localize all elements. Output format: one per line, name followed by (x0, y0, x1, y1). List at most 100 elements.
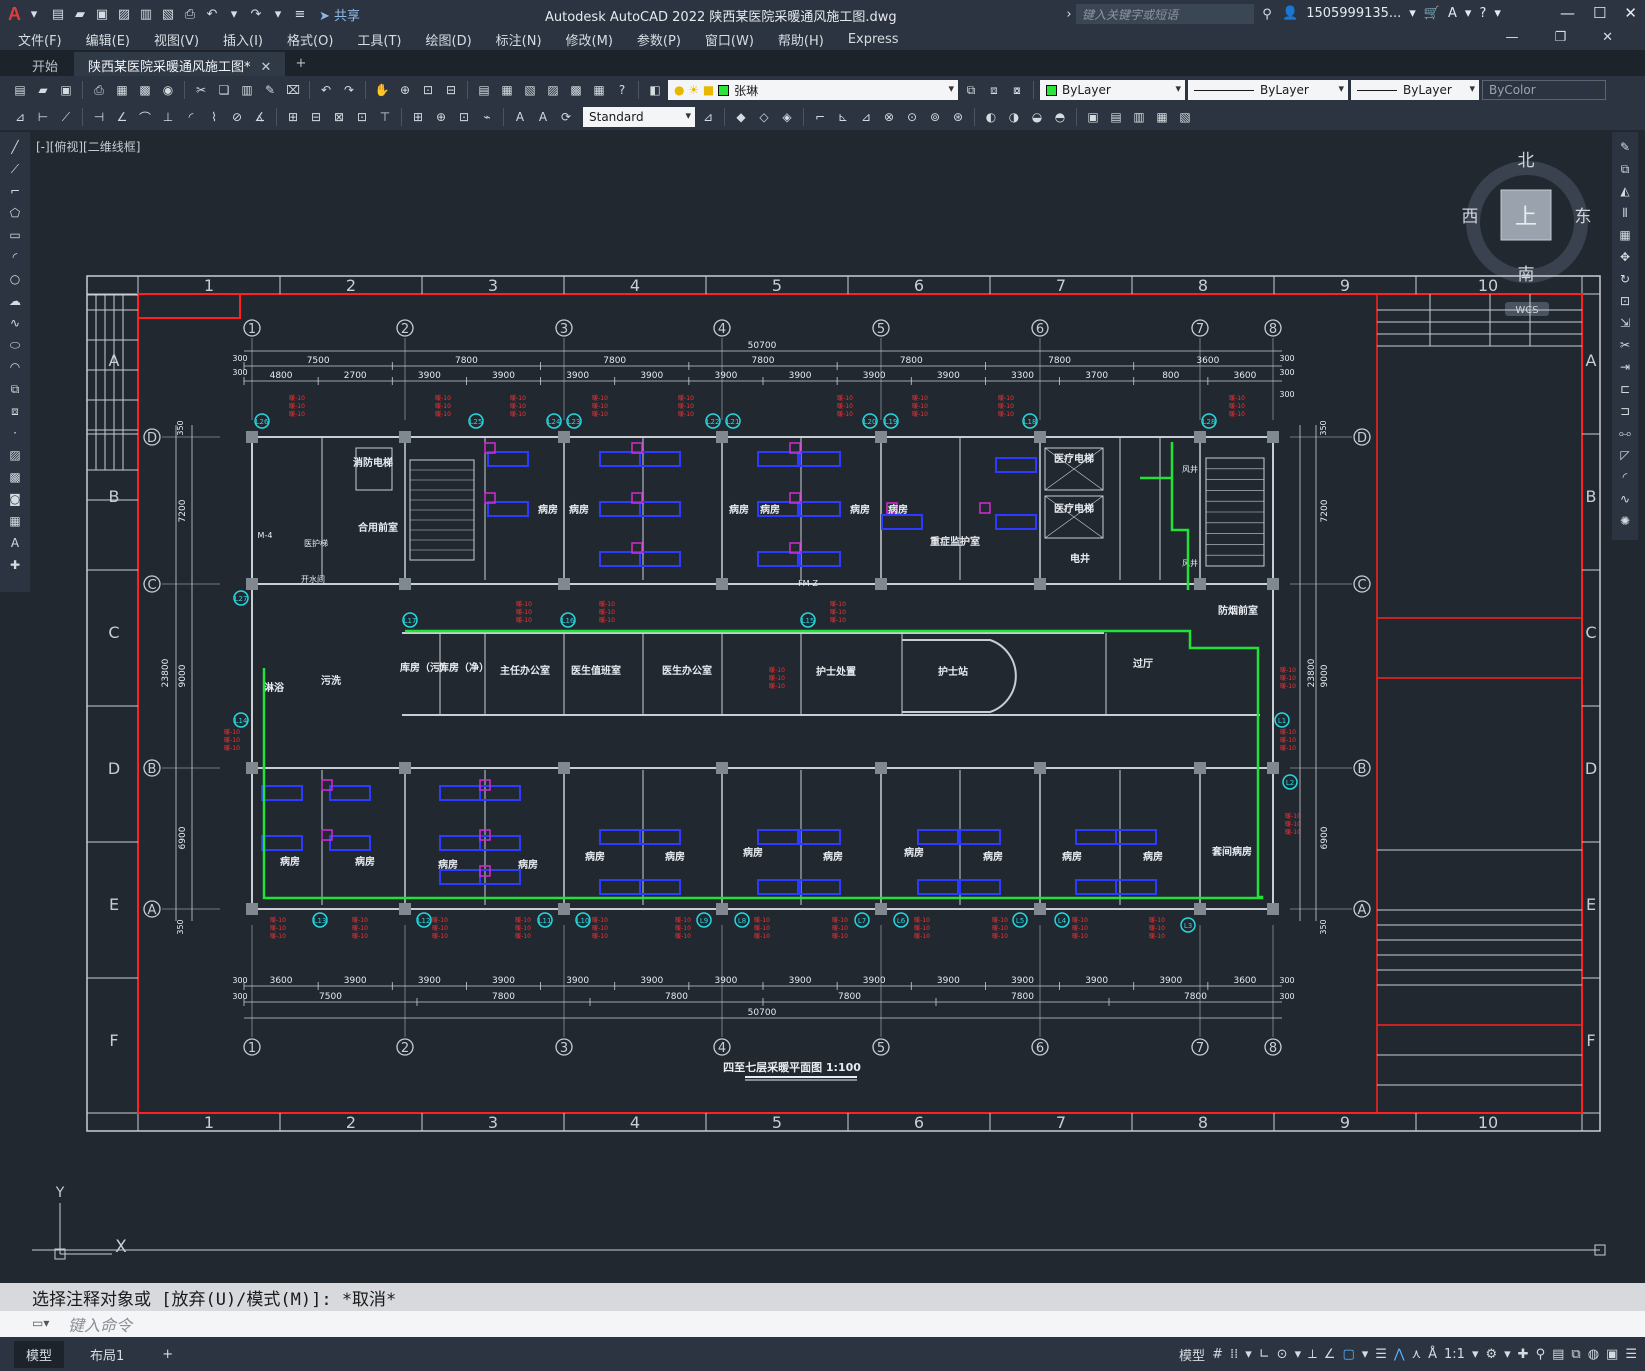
menu-tools[interactable]: 工具(T) (357, 30, 401, 49)
menu-dimension[interactable]: 标注(N) (496, 30, 542, 49)
units-icon[interactable]: ⚲ (1536, 1347, 1546, 1362)
ucs-world-icon[interactable]: ⊾ (833, 107, 853, 127)
search-icon[interactable]: ⚲ (1258, 5, 1276, 23)
plot-preview-icon[interactable]: ▦ (112, 80, 132, 100)
layer-state-icon[interactable]: ⧇ (1007, 80, 1027, 100)
design-center-panel-icon[interactable]: ▦ (497, 80, 517, 100)
pan-icon[interactable]: ✋ (372, 80, 392, 100)
hatch-icon[interactable]: ▨ (6, 446, 24, 464)
minimize-button[interactable]: — (1560, 4, 1575, 22)
layer-previous-icon[interactable]: ⧈ (984, 80, 1004, 100)
open-web-icon[interactable]: ▥ (137, 5, 155, 23)
tolerance-icon[interactable]: ⊞ (408, 107, 428, 127)
line-icon[interactable]: ╱ (6, 138, 24, 156)
center-mark-icon[interactable]: ⊕ (431, 107, 451, 127)
scale-icon[interactable]: ⊡ (1616, 292, 1634, 310)
zoom-realtime-icon[interactable]: ⊕ (395, 80, 415, 100)
tab-close-icon[interactable]: ✕ (261, 60, 272, 75)
layout-tab-model[interactable]: 模型 (14, 1340, 65, 1368)
multiline-text-icon[interactable]: A (6, 534, 24, 552)
block-editor-icon[interactable]: ⌧ (283, 80, 303, 100)
workspace-dropdown-icon[interactable]: ▾ (1504, 1347, 1511, 1362)
move-icon[interactable]: ✥ (1616, 248, 1634, 266)
help-search-input[interactable]: 键入关键字或短语 (1076, 4, 1254, 24)
menu-view[interactable]: 视图(V) (154, 30, 199, 49)
lineweight-dropdown[interactable]: ByLayer (1351, 80, 1479, 100)
tool-palettes-icon[interactable]: ▧ (520, 80, 540, 100)
dim-style-icon[interactable]: ⊿ (698, 107, 718, 127)
stretch-icon[interactable]: ⇲ (1616, 314, 1634, 332)
add-selected-icon[interactable]: ✚ (6, 556, 24, 574)
isolate-objects-icon[interactable]: ◍ (1588, 1347, 1599, 1362)
command-recent-icon[interactable]: ▭▾ (32, 1316, 60, 1332)
dim-space-icon[interactable]: ⊡ (352, 107, 372, 127)
ucs-object-icon[interactable]: ⊙ (902, 107, 922, 127)
quick-properties-icon[interactable]: ▤ (1552, 1347, 1564, 1362)
calculator-icon[interactable]: ▦ (589, 80, 609, 100)
cut-icon[interactable]: ✂ (191, 80, 211, 100)
workspace-gear-icon[interactable]: ⚙ (1485, 1347, 1497, 1362)
redo-icon[interactable]: ↷ (339, 80, 359, 100)
open-icon[interactable]: ▰ (33, 80, 53, 100)
zoom-previous-icon[interactable]: ⊟ (441, 80, 461, 100)
chamfer-icon[interactable]: ◸ (1616, 446, 1634, 464)
jogged-linear-icon[interactable]: ⌁ (477, 107, 497, 127)
osnap-dropdown-icon[interactable]: ▾ (1362, 1347, 1369, 1362)
dim-baseline-icon[interactable]: ⊟ (306, 107, 326, 127)
break-icon[interactable]: ⊐ (1616, 402, 1634, 420)
plot-icon[interactable]: ⎙ (89, 80, 109, 100)
rotate-icon[interactable]: ↻ (1616, 270, 1634, 288)
plot-icon[interactable]: ⎙ (181, 5, 199, 23)
redo-dropdown-icon[interactable]: ▾ (269, 5, 287, 23)
add-layout-button[interactable]: + (150, 1343, 185, 1366)
dim-quick-icon[interactable]: ⊞ (283, 107, 303, 127)
fillet-icon[interactable]: ◜ (1616, 468, 1634, 486)
doc-close-icon[interactable]: ✕ (1602, 30, 1613, 45)
annotation-visibility-icon[interactable]: ⋀ (1394, 1347, 1405, 1362)
polygon-icon[interactable]: ⬠ (6, 204, 24, 222)
polyline-icon[interactable]: ⌐ (6, 182, 24, 200)
copy-icon[interactable]: ❏ (214, 80, 234, 100)
new-file-icon[interactable]: ▤ (49, 5, 67, 23)
qnew-icon[interactable]: ▤ (10, 80, 30, 100)
isodraft-icon[interactable]: ⟂ (1308, 1347, 1317, 1362)
solid-extrude-icon[interactable]: ▤ (1106, 107, 1126, 127)
ucs-icon[interactable]: ⌐ (810, 107, 830, 127)
ucs-view-icon[interactable]: ⊚ (925, 107, 945, 127)
lights-icon[interactable]: ◒ (1027, 107, 1047, 127)
polar-dropdown-icon[interactable]: ▾ (1295, 1347, 1302, 1362)
undo-dropdown-icon[interactable]: ▾ (225, 5, 243, 23)
blend-icon[interactable]: ∿ (1616, 490, 1634, 508)
ucs-previous-icon[interactable]: ⊿ (856, 107, 876, 127)
clean-screen-icon[interactable]: ▣ (1606, 1347, 1618, 1362)
dim-radius-icon[interactable]: ◜ (181, 107, 201, 127)
rectangle-icon[interactable]: ▭ (6, 226, 24, 244)
ellipse-icon[interactable]: ⬭ (6, 336, 24, 354)
dim-horizontal-icon[interactable]: ⊣ (89, 107, 109, 127)
save-as-icon[interactable]: ▨ (115, 5, 133, 23)
copy-object-icon[interactable]: ⧉ (1616, 160, 1634, 178)
camera-icon[interactable]: ◓ (1050, 107, 1070, 127)
tab-drawing[interactable]: 陕西某医院采暖通风施工图* ✕ (74, 52, 286, 76)
help-dropdown-icon[interactable]: ▾ (1494, 6, 1501, 21)
polar-icon[interactable]: ⊙ (1277, 1347, 1288, 1362)
annotation-scale-icon[interactable]: Å (1428, 1347, 1437, 1362)
layout-tab-layout1[interactable]: 布局1 (78, 1341, 136, 1368)
app-dropdown-icon[interactable]: ▾ (1465, 6, 1472, 21)
publish-icon[interactable]: ▩ (135, 80, 155, 100)
snap-dropdown-icon[interactable]: ▾ (1245, 1347, 1252, 1362)
render-icon[interactable]: ◐ (981, 107, 1001, 127)
close-button[interactable]: ✕ (1624, 4, 1637, 22)
dim-arc-icon[interactable]: ⌒ (135, 107, 155, 127)
ortho-icon[interactable]: ∟ (1259, 1347, 1270, 1362)
solid-union-icon[interactable]: ▦ (1152, 107, 1172, 127)
osnap-icon[interactable]: ▢ (1342, 1347, 1354, 1362)
autocad-logo[interactable]: A (8, 4, 21, 25)
match-properties-icon[interactable]: ✎ (260, 80, 280, 100)
dim-break-icon[interactable]: ⊤ (375, 107, 395, 127)
plotstyle-dropdown[interactable]: ByColor (1482, 80, 1606, 100)
ucs-face-icon[interactable]: ⊗ (879, 107, 899, 127)
user-account[interactable]: 👤 1505999135... ▾ 🛒 A ▾ ? ▾ (1282, 6, 1501, 21)
break-at-point-icon[interactable]: ⊏ (1616, 380, 1634, 398)
annotation-monitor-icon[interactable]: ✚ (1518, 1347, 1529, 1362)
